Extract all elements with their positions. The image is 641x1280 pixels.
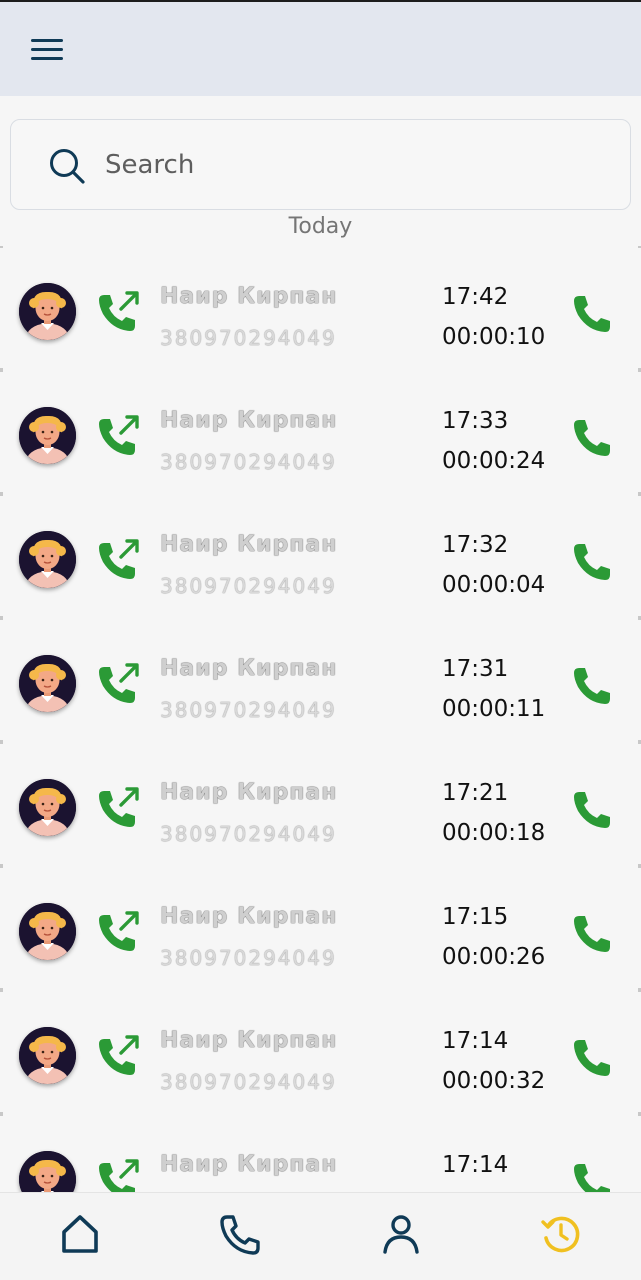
call-back-button[interactable]: [571, 540, 613, 582]
outgoing-call-icon: [99, 1035, 139, 1075]
avatar: [19, 903, 76, 960]
call-back-button[interactable]: [571, 1160, 613, 1192]
call-back-button[interactable]: [571, 788, 613, 830]
outgoing-call-icon: [99, 787, 139, 827]
outgoing-call-icon: [99, 291, 139, 331]
avatar: [19, 531, 76, 588]
search-input[interactable]: [93, 140, 593, 190]
phone-icon: [220, 1215, 260, 1255]
outgoing-call-icon: [99, 1159, 139, 1192]
call-time: 17:33: [442, 408, 509, 434]
nav-home[interactable]: [55, 1209, 105, 1259]
call-log-row[interactable]: Наир Кирпан 380970294049 17:15 00:00:26: [0, 864, 641, 990]
call-log-row[interactable]: Наир Кирпан 380970294049 17:31 00:00:11: [0, 616, 641, 742]
nav-contacts[interactable]: [376, 1209, 426, 1259]
call-duration: 00:00:11: [442, 696, 546, 722]
bottom-navigation: [0, 1192, 641, 1280]
avatar: [19, 779, 76, 836]
call-log-row[interactable]: Наир Кирпан 380970294049 17:14 00:00:32: [0, 988, 641, 1114]
contact-name: Наир Кирпан: [160, 656, 338, 681]
history-icon: [541, 1216, 580, 1253]
contact-number: 380970294049: [160, 326, 337, 350]
contact-name: Наир Кирпан: [160, 1028, 338, 1053]
contact-number: 380970294049: [160, 1070, 337, 1094]
call-time: 17:14: [442, 1028, 509, 1054]
outgoing-call-icon: [99, 911, 139, 951]
avatar: [19, 1027, 76, 1084]
avatar: [19, 283, 76, 340]
call-time: 17:14: [442, 1152, 509, 1178]
contact-name: Наир Кирпан: [160, 284, 338, 309]
section-label-today: Today: [288, 214, 353, 239]
call-duration: 00:00:04: [442, 572, 546, 598]
menu-button[interactable]: [28, 30, 68, 70]
outgoing-call-icon: [99, 539, 139, 579]
call-back-button[interactable]: [571, 664, 613, 706]
contacts-icon: [383, 1215, 419, 1254]
call-time: 17:32: [442, 532, 509, 558]
call-back-button[interactable]: [571, 416, 613, 458]
avatar: [19, 407, 76, 464]
call-duration: 00:00:10: [442, 324, 546, 350]
contact-name: Наир Кирпан: [160, 532, 338, 557]
search-bar[interactable]: [10, 119, 631, 210]
contact-number: 380970294049: [160, 450, 337, 474]
app-bar: [0, 2, 641, 96]
call-log-row[interactable]: Наир Кирпан 380970294049 17:21 00:00:18: [0, 740, 641, 866]
call-back-button[interactable]: [571, 912, 613, 954]
contact-name: Наир Кирпан: [160, 1152, 338, 1177]
search-icon: [50, 149, 85, 184]
contact-number: 380970294049: [160, 946, 337, 970]
call-log-row[interactable]: Наир Кирпан 380970294049 17:32 00:00:04: [0, 492, 641, 618]
avatar: [19, 655, 76, 712]
call-log-list[interactable]: Наир Кирпан 380970294049 17:42 00:00:10: [0, 246, 641, 1192]
outgoing-call-icon: [99, 415, 139, 455]
nav-history[interactable]: [536, 1209, 586, 1259]
contact-number: 380970294049: [160, 698, 337, 722]
contact-number: 380970294049: [160, 822, 337, 846]
contact-name: Наир Кирпан: [160, 780, 338, 805]
call-duration: 00:00:24: [442, 448, 546, 474]
outgoing-call-icon: [99, 663, 139, 703]
call-time: 17:42: [442, 284, 509, 310]
nav-phone[interactable]: [215, 1209, 265, 1259]
contact-number: 380970294049: [160, 574, 337, 598]
call-time: 17:21: [442, 780, 509, 806]
call-duration: 00:00:26: [442, 944, 546, 970]
contact-name: Наир Кирпан: [160, 904, 338, 929]
call-time: 17:31: [442, 656, 509, 682]
call-log-row[interactable]: Наир Кирпан 380970294049 17:33 00:00:24: [0, 368, 641, 494]
avatar: [19, 1151, 76, 1192]
call-duration: 00:00:32: [442, 1068, 546, 1094]
call-log-row[interactable]: Наир Кирпан 380970294049 17:42 00:00:10: [0, 246, 641, 370]
call-back-button[interactable]: [571, 1036, 613, 1078]
hamburger-menu-icon: [31, 39, 63, 60]
home-icon: [62, 1215, 98, 1253]
call-back-button[interactable]: [571, 292, 613, 334]
call-log-row[interactable]: Наир Кирпан 17:14: [0, 1112, 641, 1192]
contact-name: Наир Кирпан: [160, 408, 338, 433]
call-time: 17:15: [442, 904, 509, 930]
call-duration: 00:00:18: [442, 820, 546, 846]
